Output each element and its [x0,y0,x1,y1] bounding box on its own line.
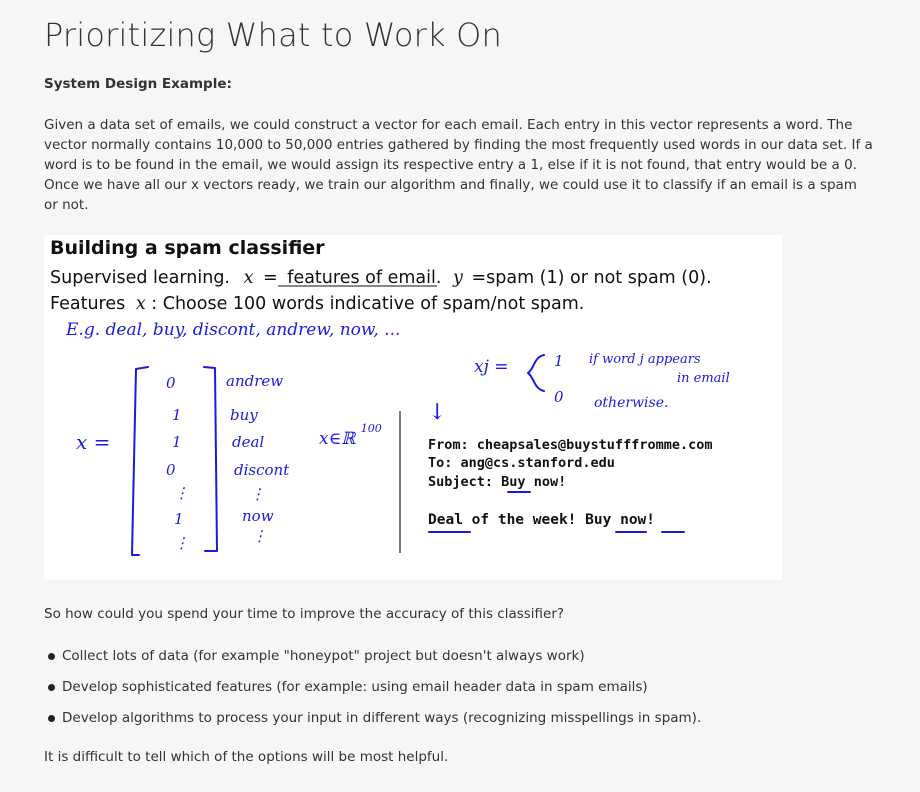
line1-eq: = [263,268,278,288]
cases-brace [527,354,545,392]
email-body-buy: Buy [585,512,611,528]
vector-word: ⋮ [250,485,265,503]
case-one-text: if word j appears [589,352,701,367]
case-zero-text: otherwise. [594,395,668,411]
line1-y-var: y [452,268,464,288]
vector-word: deal [232,433,264,451]
sample-email: From: cheapsales@buystufffromme.com To: … [428,437,712,528]
vector-word: ⋮ [252,527,267,545]
vector-value: 1 [172,433,182,451]
email-subject-buy: Buy [501,474,525,490]
options-list: Collect lots of data (for example "honey… [44,646,701,739]
list-item: Develop algorithms to process your input… [44,708,701,739]
down-arrow-icon: ↓ [428,400,446,425]
slide-heading: Building a spam classifier [50,237,325,259]
spam-classifier-slide: Building a spam classifier Supervised le… [44,235,782,580]
dimension-label: x∈ℝ 100 [319,422,382,449]
vector-word: now [242,507,274,525]
list-item: Develop sophisticated features (for exam… [44,677,701,708]
vector-value: 0 [166,374,176,392]
line2-rest: : Choose 100 words indicative of spam/no… [151,294,584,314]
question-text: So how could you spend your time to impr… [44,606,565,622]
vector-values: 0 1 1 0 ⋮ 1 ⋮ [166,374,189,552]
line1-x-var: x [244,268,254,288]
vector-word: buy [230,406,258,424]
email-body: Deal of the week! Buy now! [428,512,655,528]
email-to: To: ang@cs.stanford.edu [428,455,615,471]
list-item-text: Collect lots of data (for example "honey… [62,648,585,664]
vector-value: 1 [172,406,182,424]
vector-word: discont [234,461,290,479]
vector-words: andrew buy deal discont ⋮ now ⋮ [226,372,290,545]
vector-left-bracket [131,366,149,556]
case-zero-value: 0 [554,388,564,406]
slide-line-1: Supervised learning. x = features of ema… [50,268,712,288]
vector-value: 0 [166,461,176,479]
section-subheading: System Design Example: [44,76,232,92]
vector-value: ⋮ [174,484,189,502]
slide-figure: Building a spam classifier Supervised le… [50,237,730,556]
bullet-icon [48,715,55,722]
conclusion-text: It is difficult to tell which of the opt… [44,749,449,765]
email-body-deal: Deal [428,512,463,528]
case-one-text-2: in email [677,371,730,386]
email-subject: Subject: Buy now! [428,474,566,490]
line1-y-def: =spam (1) or not spam (0). [471,268,711,288]
vector-right-bracket [203,366,218,552]
xj-definition: xj = [474,357,509,377]
bullet-icon [48,653,55,660]
line2-x-var: x [136,294,146,314]
slide-line-2: Features x : Choose 100 words indicative… [50,294,584,314]
line1-x-def: features of email. [287,268,441,288]
vector-value: 1 [174,510,184,528]
list-item-text: Develop algorithms to process your input… [62,710,702,726]
list-item: Collect lots of data (for example "honey… [44,646,701,677]
lecture-page: Prioritizing What to Work On System Desi… [0,0,920,792]
case-one-value: 1 [554,352,564,370]
email-from: From: cheapsales@buystufffromme.com [428,437,712,453]
page-title: Prioritizing What to Work On [44,16,503,54]
vector-value: ⋮ [174,534,189,552]
line2-prefix: Features [50,294,125,314]
vector-word: andrew [226,372,283,390]
handwritten-example-list: E.g. deal, buy, discont, andrew, now, ..… [65,320,400,340]
bullet-icon [48,684,55,691]
intro-paragraph: Given a data set of emails, we could con… [44,117,873,213]
list-item-text: Develop sophisticated features (for exam… [62,679,648,695]
email-body-now: now! [620,512,655,528]
handwritten-x-label: x = [76,430,110,454]
line1-prefix: Supervised learning. [50,268,230,288]
